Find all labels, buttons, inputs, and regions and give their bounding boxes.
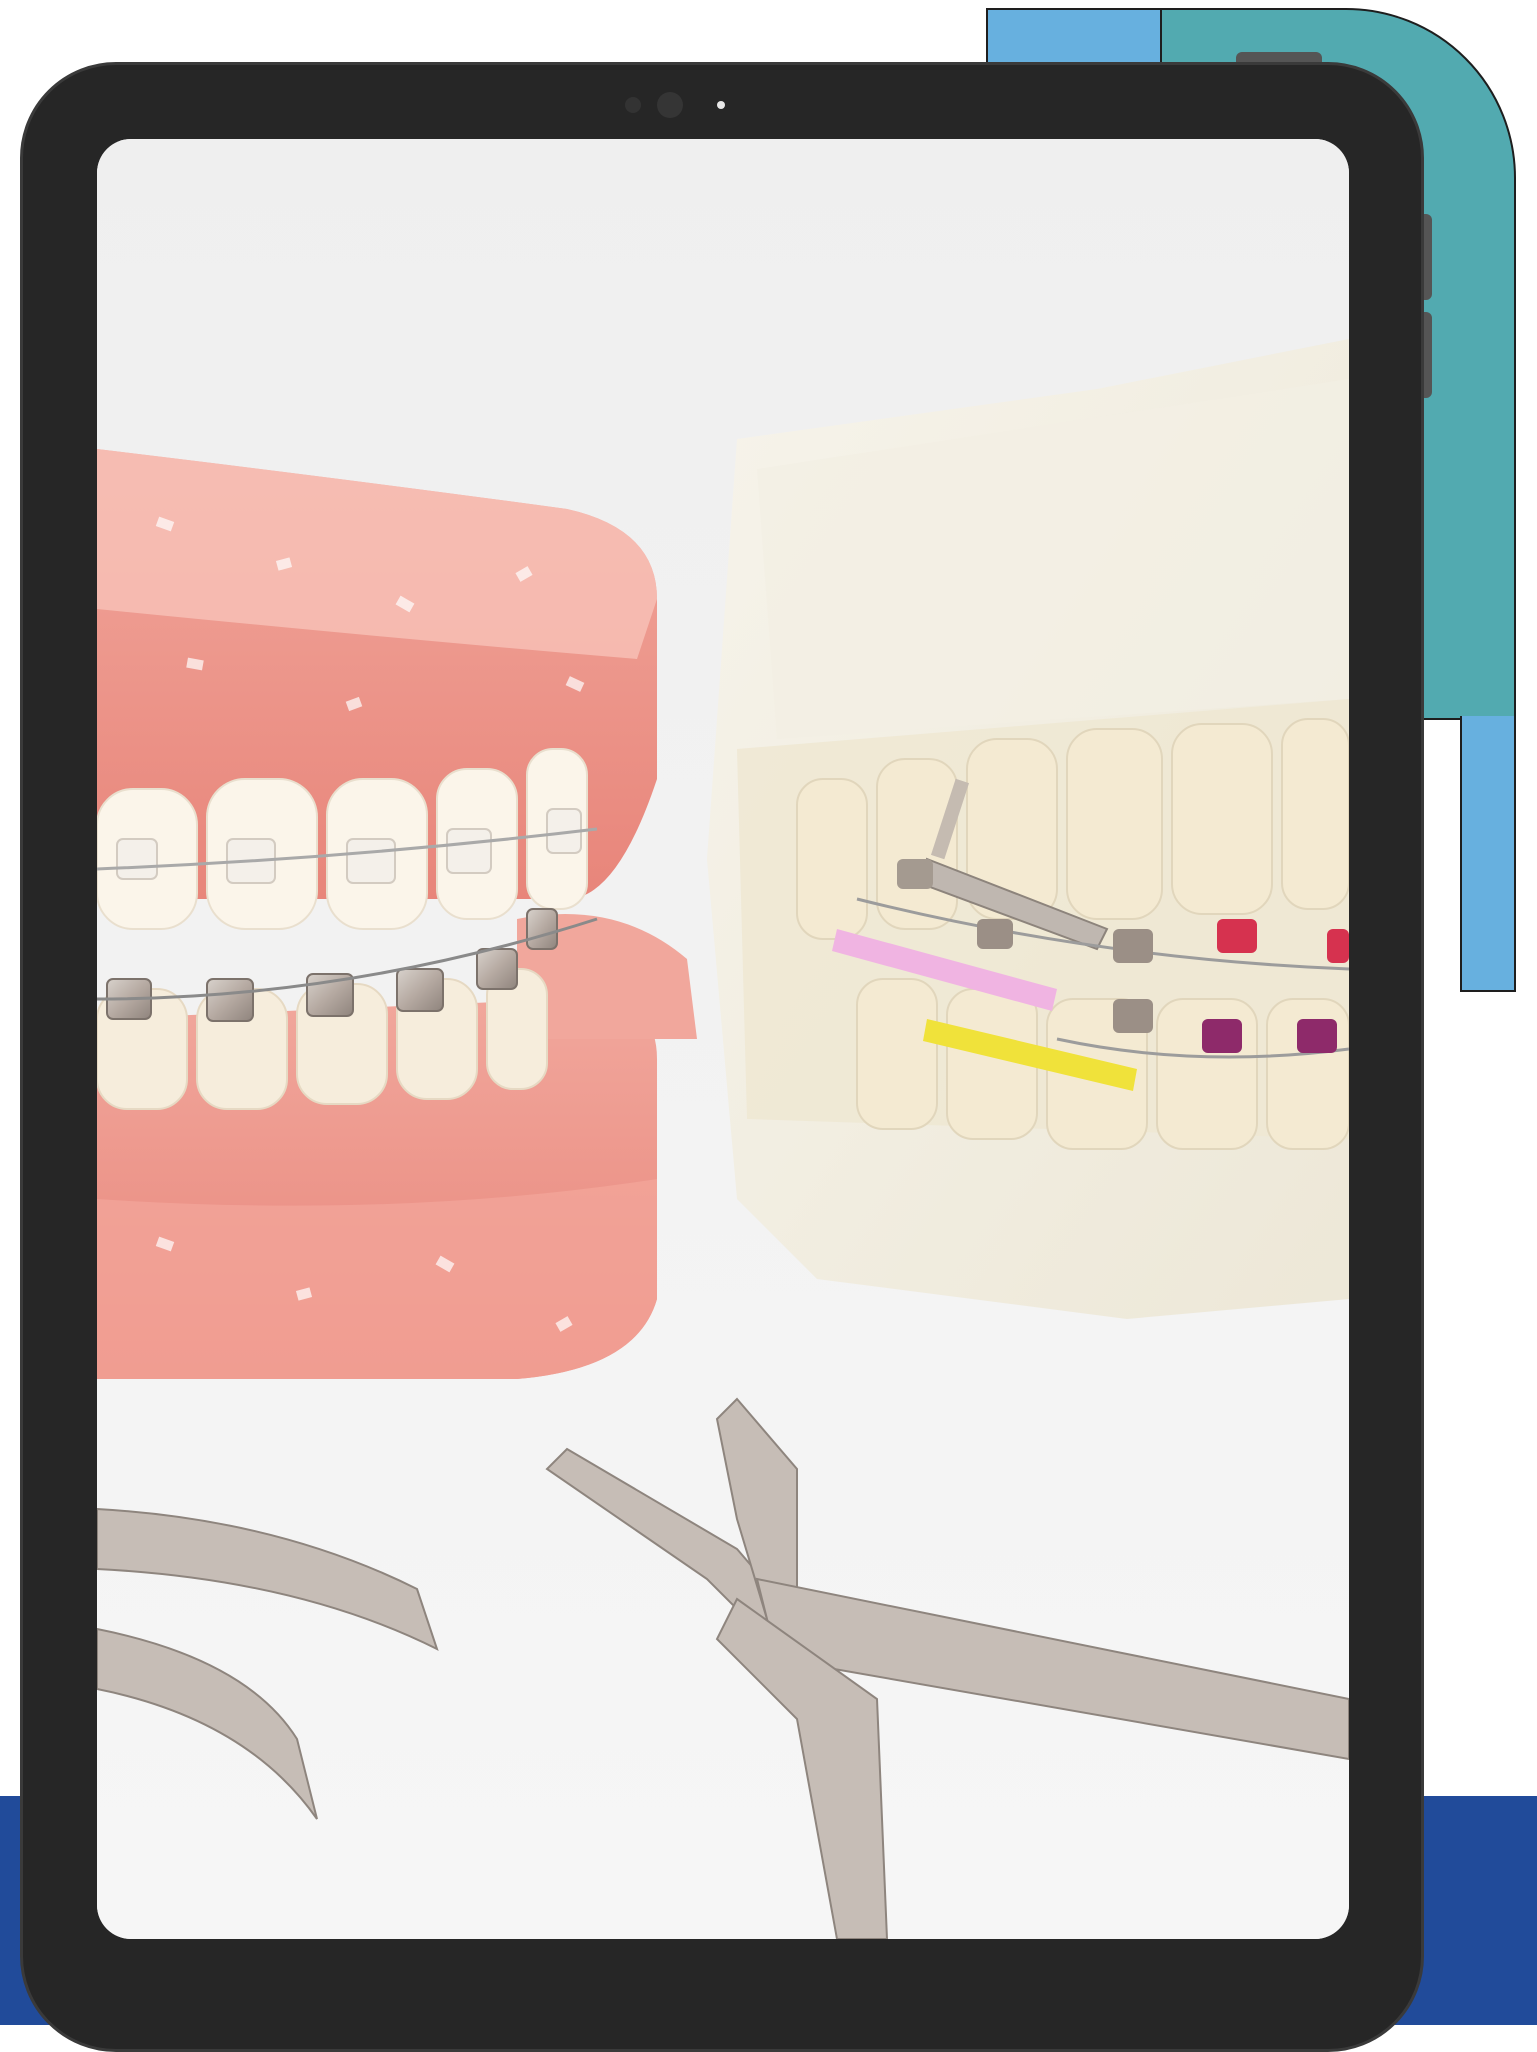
tablet-camera-array [617,87,747,123]
orthodontic-models-photo [97,139,1349,1939]
tablet-screen [97,139,1349,1939]
decor-blue-block-right [1460,716,1516,992]
camera-icon [657,92,683,118]
tablet-frame [20,62,1424,2052]
clear-jaw-model [707,339,1349,1319]
light-sensor-icon [717,101,725,109]
sensor-icon [625,97,641,113]
